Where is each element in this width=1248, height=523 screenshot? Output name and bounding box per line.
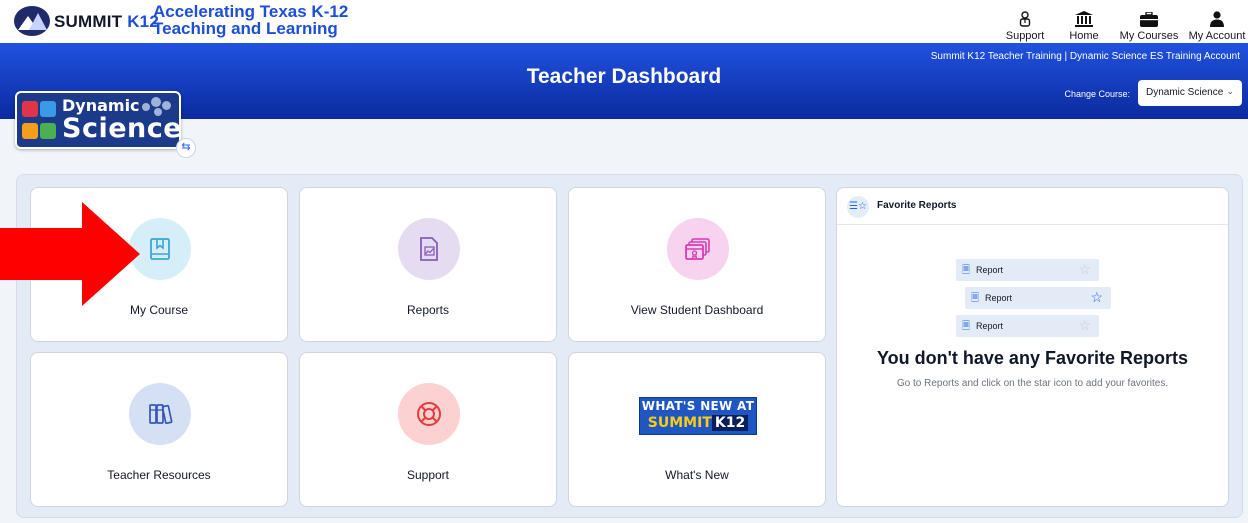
report-chip: 🗏 Report ☆ <box>956 315 1099 337</box>
nav-my-account[interactable]: My Account <box>1186 2 1248 42</box>
card-reports-label: Reports <box>406 303 450 317</box>
favorite-reports-empty-subtitle: Go to Reports and click on the star icon… <box>896 378 1169 389</box>
dna-icon <box>22 101 38 117</box>
summit-logo-icon[interactable] <box>14 6 50 36</box>
brand-name-text: SUMMIT <box>54 12 123 31</box>
whats-new-badge-line-1: WHAT'S NEW AT <box>641 399 755 413</box>
report-chip-label: Report <box>976 265 1004 275</box>
atom-icon <box>40 123 56 139</box>
nav-support-label: Support <box>1005 30 1045 42</box>
card-teacher-resources[interactable]: Teacher Resources <box>30 352 288 507</box>
dashboard-banner: Teacher Dashboard Summit K12 Teacher Tra… <box>0 43 1248 119</box>
card-teacher-resources-label: Teacher Resources <box>107 468 211 482</box>
favorite-reports-title: Favorite Reports <box>877 200 957 211</box>
report-chip-label: Report <box>985 293 1013 303</box>
top-nav: Support Home My Courses My Account <box>998 2 1248 42</box>
nav-my-account-label: My Account <box>1188 30 1246 42</box>
whats-new-badge-line-2: SUMMIT K12 <box>640 415 756 432</box>
top-header: SUMMIT K12 Accelerating Texas K-12 Teach… <box>0 0 1248 43</box>
change-course-label: Change Course: <box>1064 89 1130 99</box>
nav-support[interactable]: Support <box>998 2 1052 42</box>
nav-my-courses[interactable]: My Courses <box>1116 2 1182 42</box>
card-view-student-dashboard[interactable]: View Student Dashboard <box>568 187 826 342</box>
account-context: Summit K12 Teacher Training | Dynamic Sc… <box>930 51 1240 62</box>
star-outline-icon: ☆ <box>1078 317 1091 333</box>
favorite-reports-header: ☰☆ Favorite Reports <box>837 188 1228 225</box>
document-icon: 🗏 <box>962 321 971 332</box>
report-chart-icon <box>398 218 460 280</box>
brand-tagline: Accelerating Texas K-12 Teaching and Lea… <box>153 3 348 37</box>
card-view-student-dashboard-label: View Student Dashboard <box>630 303 764 317</box>
user-icon <box>1209 11 1225 27</box>
chevron-down-icon: ⌄ <box>1226 86 1234 96</box>
card-support-label: Support <box>406 468 450 482</box>
page-title: Teacher Dashboard <box>526 65 722 88</box>
lifebuoy-icon <box>398 383 460 445</box>
tagline-line-1: Accelerating Texas K-12 <box>153 2 349 21</box>
course-logo: Dynamic Science <box>15 91 181 149</box>
star-icon: ☆ <box>1090 289 1103 305</box>
card-whats-new-label: What's New <box>665 468 729 482</box>
red-arrow-annotation <box>0 202 140 306</box>
tagline-line-2: Teaching and Learning <box>153 19 338 38</box>
report-chip-label: Report <box>976 321 1004 331</box>
course-select-value: Dynamic Science <box>1146 87 1224 98</box>
course-logo-line-2: Science <box>62 113 181 144</box>
brand-name[interactable]: SUMMIT K12 <box>54 12 159 32</box>
report-chip: 🗏 Report ☆ <box>956 259 1099 281</box>
course-select[interactable]: Dynamic Science ⌄ <box>1138 80 1242 106</box>
list-star-icon: ☰☆ <box>847 196 869 218</box>
briefcase-icon <box>1140 11 1158 27</box>
certificate-windows-icon <box>667 218 729 280</box>
favorite-reports-empty-title: You don't have any Favorite Reports <box>876 348 1188 368</box>
swap-course-icon[interactable]: ⇆ <box>176 138 196 158</box>
favorite-reports-panel: ☰☆ Favorite Reports 🗏 Report ☆ 🗏 Report … <box>836 187 1229 507</box>
planet-icon <box>22 123 38 139</box>
report-chip: 🗏 Report ☆ <box>965 287 1111 309</box>
whats-new-badge-k12: K12 <box>711 415 749 431</box>
nav-my-courses-label: My Courses <box>1119 30 1179 42</box>
nav-home[interactable]: Home <box>1062 2 1106 42</box>
card-whats-new[interactable]: WHAT'S NEW AT SUMMIT K12 What's New <box>568 352 826 507</box>
document-icon: 🗏 <box>962 265 971 276</box>
card-reports[interactable]: Reports <box>299 187 557 342</box>
home-building-icon <box>1075 11 1093 27</box>
books-icon <box>129 383 191 445</box>
nav-home-label: Home <box>1069 30 1099 42</box>
whats-new-badge: WHAT'S NEW AT SUMMIT K12 <box>639 397 757 435</box>
star-outline-icon: ☆ <box>1078 261 1091 277</box>
flask-icon <box>40 101 56 117</box>
support-person-icon <box>1019 11 1031 27</box>
whats-new-badge-summit: SUMMIT <box>647 415 712 431</box>
card-support[interactable]: Support <box>299 352 557 507</box>
document-icon: 🗏 <box>971 293 980 304</box>
